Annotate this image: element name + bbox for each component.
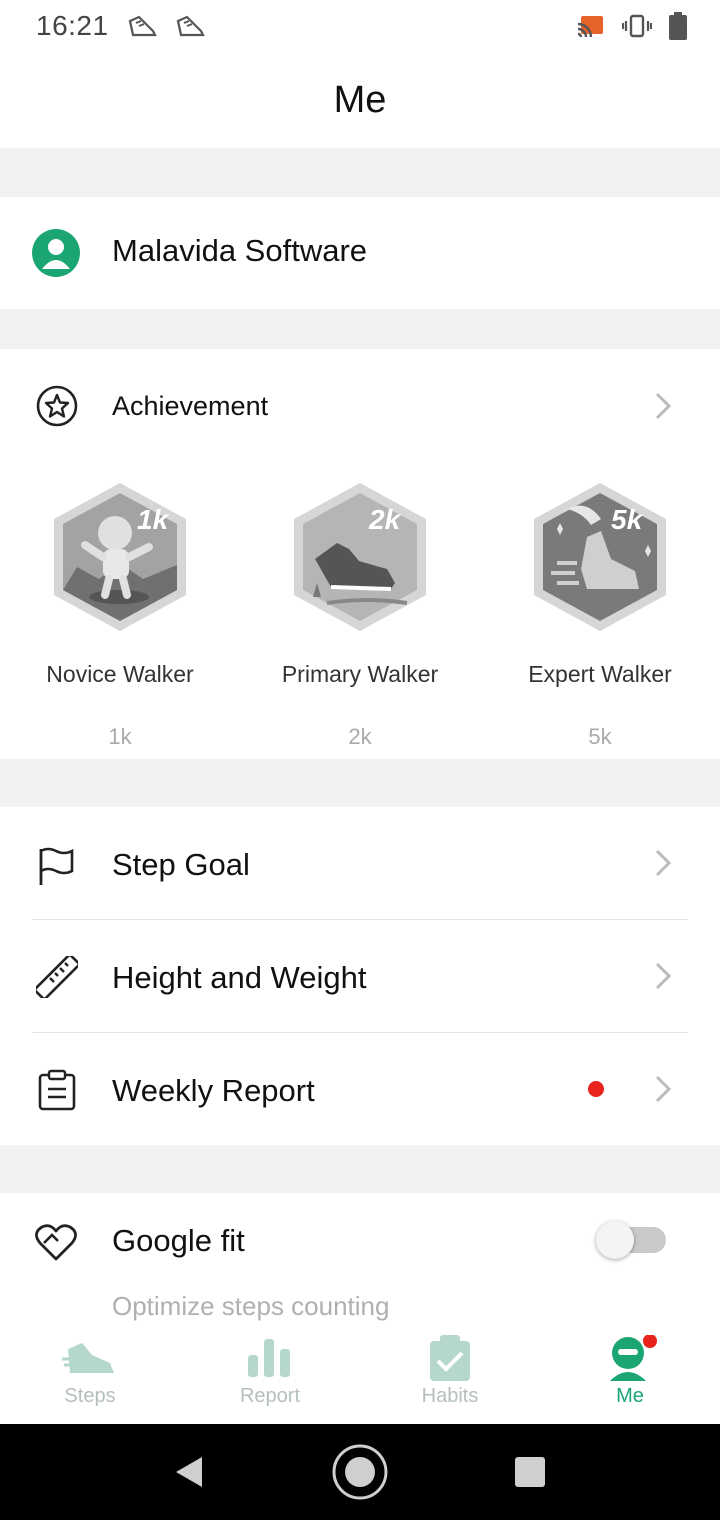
sneaker-badge-icon: 2k — [294, 483, 426, 631]
profile-name: Malavida Software — [112, 233, 368, 268]
tab-habits[interactable]: Habits — [360, 1325, 540, 1424]
google-fit-label: Google fit — [112, 1223, 245, 1258]
step-goal-label: Step Goal — [112, 847, 250, 882]
baby-badge-icon: 1k — [54, 483, 186, 631]
achievement-label: Achievement — [112, 391, 269, 421]
battery-icon — [668, 12, 688, 45]
weekly-report-row[interactable]: Weekly Report — [0, 1033, 720, 1146]
google-fit-toggle[interactable] — [596, 1221, 666, 1259]
badge-value: 1k — [108, 724, 132, 749]
vibrate-icon — [621, 13, 653, 44]
chevron-right-icon — [654, 1074, 672, 1104]
status-time: 16:21 — [36, 10, 109, 41]
bar-chart-icon — [248, 1339, 290, 1377]
weekly-report-label: Weekly Report — [112, 1073, 315, 1108]
badge-name: Novice Walker — [46, 661, 194, 687]
winged-shoe-badge-icon: 5k — [534, 483, 666, 631]
title-bar: Me — [0, 52, 720, 148]
flag-icon — [36, 845, 78, 887]
tab-label: Steps — [64, 1385, 116, 1407]
tab-label: Report — [239, 1385, 301, 1407]
person-icon — [610, 1335, 657, 1381]
badge-list: 1k Novice Walker 1k 2k Primary Walker 2k — [0, 479, 720, 749]
badge-expert-walker[interactable]: 5k Expert Walker 5k — [480, 479, 720, 750]
home-button[interactable] — [331, 1443, 389, 1506]
tab-label: Me — [616, 1385, 644, 1407]
notification-dot — [588, 1081, 604, 1097]
step-goal-row[interactable]: Step Goal — [0, 807, 720, 920]
star-icon — [36, 385, 78, 427]
cast-icon — [576, 13, 606, 44]
tab-report[interactable]: Report — [180, 1325, 360, 1424]
height-weight-row[interactable]: Height and Weight — [0, 920, 720, 1033]
chevron-right-icon — [654, 961, 672, 991]
recents-button[interactable] — [514, 1456, 546, 1493]
ruler-icon — [33, 953, 81, 1001]
shoe-notification-icon — [175, 13, 205, 39]
tab-label: Habits — [421, 1385, 479, 1407]
page-title: Me — [333, 78, 387, 121]
profile-row[interactable]: Malavida Software — [0, 197, 720, 309]
chevron-right-icon — [654, 391, 672, 421]
tab-me[interactable]: Me — [540, 1325, 720, 1424]
badge-name: Primary Walker — [281, 661, 439, 687]
badge-name: Expert Walker — [528, 661, 672, 687]
height-weight-label: Height and Weight — [112, 960, 367, 995]
badge-novice-walker[interactable]: 1k Novice Walker 1k — [0, 479, 240, 750]
svg-text:2k: 2k — [368, 504, 402, 535]
system-nav-bar — [0, 1424, 720, 1520]
status-bar: 16:21 — [0, 0, 720, 52]
clipboard-check-icon — [430, 1335, 470, 1381]
toggle-knob — [596, 1221, 634, 1259]
achievement-card: Achievement 1k Novice Walker 1k 2k Prima… — [0, 349, 720, 759]
svg-text:5k: 5k — [611, 504, 644, 535]
google-fit-subtitle: Optimize steps counting — [112, 1291, 390, 1321]
achievement-row[interactable]: Achievement — [0, 349, 720, 461]
back-button[interactable] — [172, 1455, 204, 1494]
badge-value: 2k — [348, 724, 372, 749]
svg-text:1k: 1k — [137, 504, 170, 535]
badge-primary-walker[interactable]: 2k Primary Walker 2k — [240, 479, 480, 750]
badge-value: 5k — [588, 724, 612, 749]
clipboard-icon — [36, 1069, 78, 1111]
tab-steps[interactable]: Steps — [0, 1325, 180, 1424]
avatar-icon — [32, 229, 80, 277]
heart-icon — [34, 1221, 77, 1263]
shoe-icon — [62, 1343, 114, 1373]
settings-card: Step Goal Height and Weight Weekly Repor… — [0, 807, 720, 1145]
chevron-right-icon — [654, 848, 672, 878]
shoe-notification-icon — [127, 13, 157, 39]
bottom-tab-bar: Steps Report Habits Me — [0, 1325, 720, 1424]
